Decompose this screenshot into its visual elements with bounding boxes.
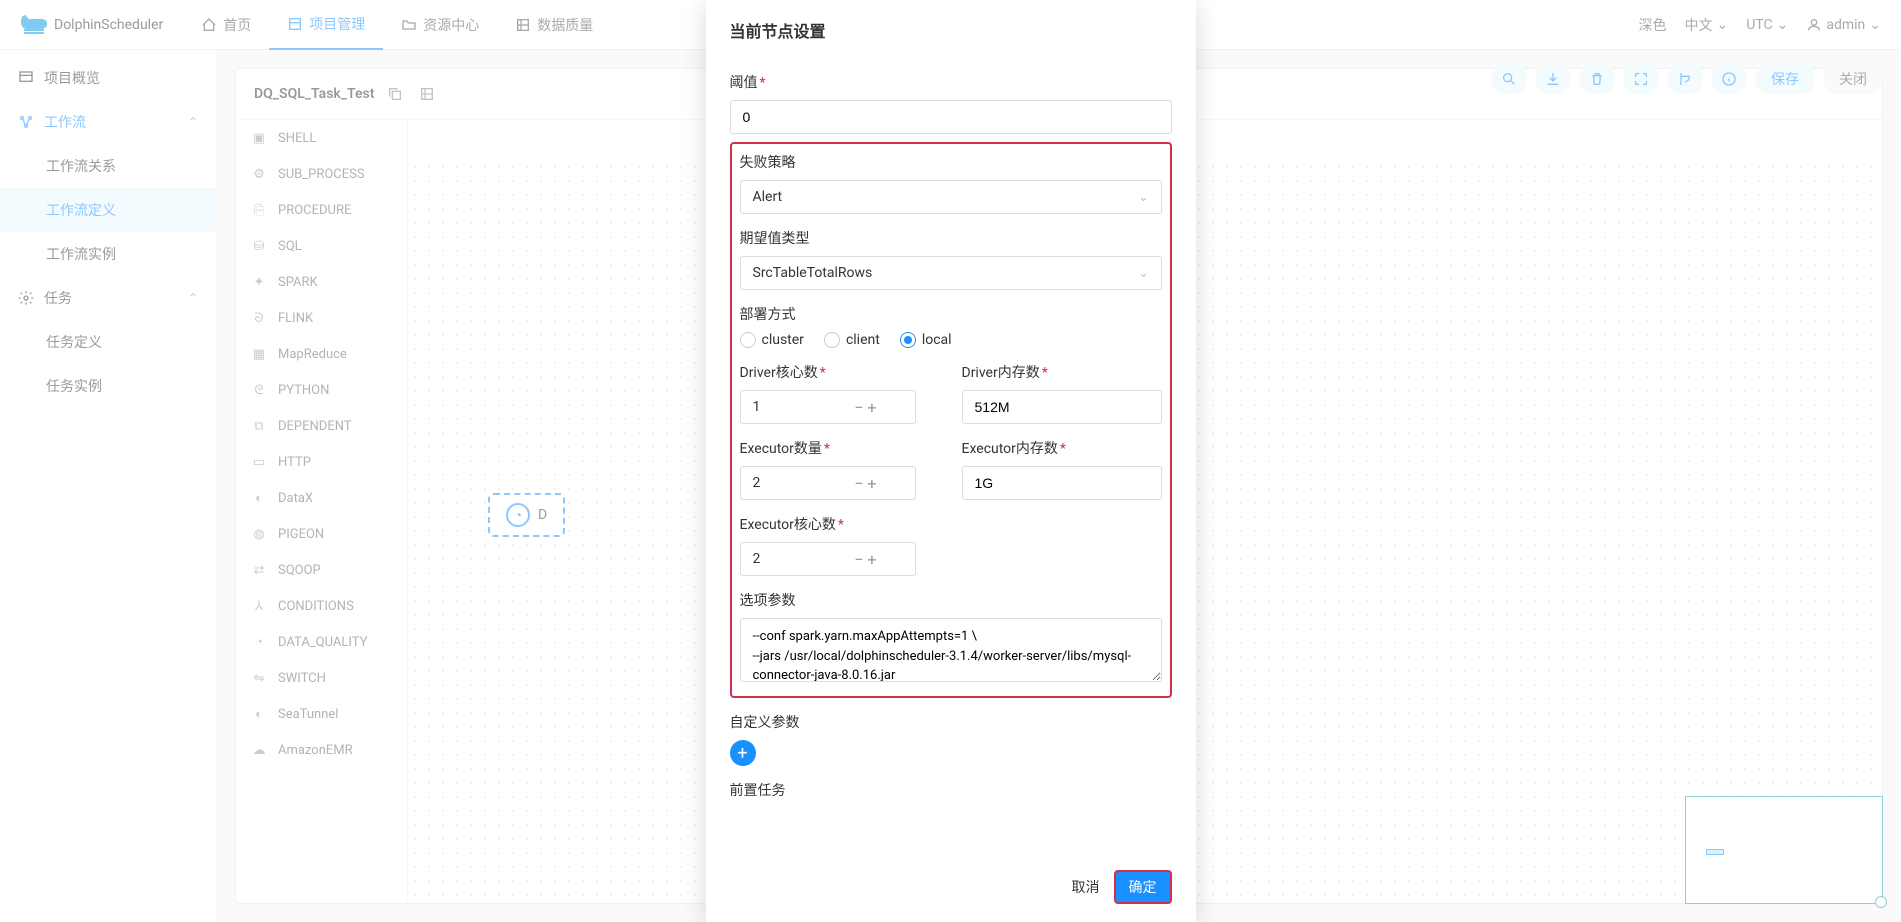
driver-mem-input[interactable] — [962, 390, 1162, 424]
add-param-button[interactable]: + — [730, 740, 756, 766]
chevron-down-icon: ⌄ — [1138, 266, 1148, 280]
threshold-input[interactable] — [730, 100, 1172, 134]
expect-type-select[interactable]: SrcTableTotalRows ⌄ — [740, 256, 1162, 290]
modal-body: 阈值* 失败策略 Alert ⌄ 期望值类型 SrcTableTotalRows… — [706, 58, 1196, 858]
custom-params-label: 自定义参数 — [730, 712, 1172, 732]
driver-cores-label: Driver核心数* — [740, 362, 940, 382]
executor-cores-input[interactable]: 2 −+ — [740, 542, 916, 576]
minus-icon[interactable]: − — [852, 550, 865, 569]
confirm-button[interactable]: 确定 — [1114, 870, 1172, 904]
radio-icon — [900, 332, 916, 348]
pre-tasks-label: 前置任务 — [730, 780, 1172, 800]
deploy-client-label: client — [846, 332, 880, 348]
minus-icon[interactable]: − — [852, 474, 865, 493]
opts-label: 选项参数 — [740, 590, 1162, 610]
modal-footer: 取消 确定 — [706, 858, 1196, 922]
deploy-label: 部署方式 — [740, 304, 1162, 324]
driver-cores-value: 1 — [753, 399, 853, 415]
executor-num-input[interactable]: 2 −+ — [740, 466, 916, 500]
deploy-client-radio[interactable]: client — [824, 332, 880, 348]
executor-num-value: 2 — [753, 475, 853, 491]
driver-cores-input[interactable]: 1 −+ — [740, 390, 916, 424]
executor-num-label: Executor数量* — [740, 438, 940, 458]
deploy-local-radio[interactable]: local — [900, 332, 952, 348]
expect-type-label: 期望值类型 — [740, 228, 1162, 248]
plus-icon[interactable]: + — [865, 550, 878, 569]
plus-icon[interactable]: + — [865, 474, 878, 493]
deploy-local-label: local — [922, 332, 952, 348]
executor-mem-input[interactable] — [962, 466, 1162, 500]
deploy-cluster-label: cluster — [762, 332, 804, 348]
deploy-radio-group: cluster client local — [740, 332, 1162, 348]
minus-icon[interactable]: − — [852, 398, 865, 417]
opts-textarea[interactable] — [740, 618, 1162, 682]
executor-cores-label: Executor核心数* — [740, 514, 1162, 534]
chevron-down-icon: ⌄ — [1138, 190, 1148, 204]
fail-strategy-label: 失败策略 — [740, 152, 1162, 172]
expect-type-value: SrcTableTotalRows — [753, 265, 873, 281]
threshold-label: 阈值* — [730, 72, 1172, 92]
executor-mem-label: Executor内存数* — [962, 438, 1162, 458]
driver-mem-label: Driver内存数* — [962, 362, 1162, 382]
cancel-button[interactable]: 取消 — [1068, 871, 1104, 903]
executor-cores-value: 2 — [753, 551, 853, 567]
modal-title: 当前节点设置 — [706, 0, 1196, 58]
deploy-cluster-radio[interactable]: cluster — [740, 332, 804, 348]
fail-strategy-select[interactable]: Alert ⌄ — [740, 180, 1162, 214]
radio-icon — [740, 332, 756, 348]
fail-strategy-value: Alert — [753, 189, 783, 205]
radio-icon — [824, 332, 840, 348]
plus-icon[interactable]: + — [865, 398, 878, 417]
highlight-box: 失败策略 Alert ⌄ 期望值类型 SrcTableTotalRows ⌄ 部… — [730, 142, 1172, 698]
node-settings-modal: 当前节点设置 阈值* 失败策略 Alert ⌄ 期望值类型 SrcTableTo… — [706, 0, 1196, 922]
